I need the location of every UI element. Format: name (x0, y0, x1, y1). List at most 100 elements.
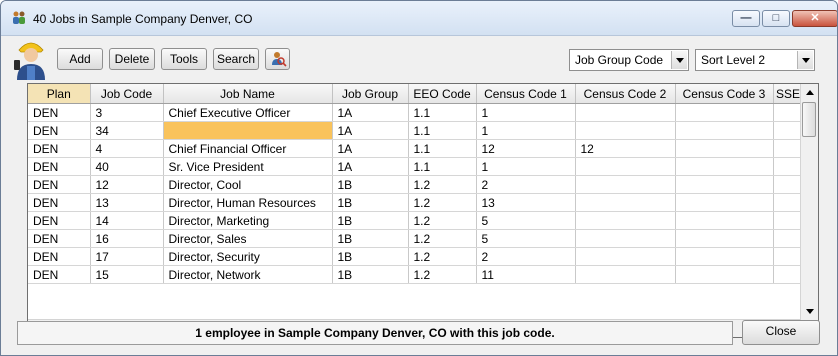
table-cell[interactable]: 12 (575, 139, 676, 158)
table-cell[interactable]: 5 (476, 229, 576, 248)
table-cell[interactable]: Director, Security (163, 247, 333, 266)
table-row[interactable]: DEN 40 Sr. Vice President 1A 1.1 1 (28, 157, 804, 176)
table-row[interactable]: DEN 12 Director, Cool 1B 1.2 2 (28, 175, 804, 194)
table-cell[interactable] (575, 247, 676, 266)
table-cell[interactable]: 1.2 (408, 247, 477, 266)
table-cell[interactable]: 1B (332, 229, 409, 248)
table-cell[interactable]: DEN (28, 265, 91, 284)
table-cell[interactable]: 1.2 (408, 229, 477, 248)
table-cell[interactable]: DEN (28, 193, 91, 212)
vertical-scroll-thumb[interactable] (802, 102, 816, 137)
table-cell[interactable]: 1.2 (408, 265, 477, 284)
table-cell[interactable]: Director, Network (163, 265, 333, 284)
column-header[interactable]: Census Code 1 (476, 84, 576, 104)
table-cell[interactable] (675, 103, 774, 122)
table-cell[interactable]: 5 (476, 211, 576, 230)
table-cell[interactable]: 4 (90, 139, 164, 158)
table-cell[interactable]: Director, Marketing (163, 211, 333, 230)
table-cell[interactable]: 11 (476, 265, 576, 284)
table-cell[interactable]: 1.1 (408, 157, 477, 176)
table-cell[interactable]: Sr. Vice President (163, 157, 333, 176)
table-row[interactable]: DEN 3 Chief Executive Officer 1A 1.1 1 (28, 103, 804, 122)
table-cell[interactable]: DEN (28, 247, 91, 266)
table-cell[interactable]: 1B (332, 265, 409, 284)
close-window-button[interactable]: ✕ (792, 10, 837, 27)
close-button[interactable]: Close (742, 320, 820, 345)
table-cell[interactable]: Director, Cool (163, 175, 333, 194)
table-cell[interactable]: 17 (90, 247, 164, 266)
table-row[interactable]: DEN 16 Director, Sales 1B 1.2 5 (28, 229, 804, 248)
table-cell[interactable]: 1B (332, 211, 409, 230)
table-cell[interactable]: 12 (90, 175, 164, 194)
table-cell[interactable]: 1A (332, 121, 409, 140)
table-cell[interactable] (675, 211, 774, 230)
table-cell[interactable]: 1 (476, 157, 576, 176)
table-cell[interactable]: Director, Sales (163, 229, 333, 248)
table-cell[interactable] (575, 157, 676, 176)
table-row[interactable]: DEN 4 Chief Financial Officer 1A 1.1 12 12 (28, 139, 804, 158)
column-header[interactable]: Job Group (332, 84, 409, 104)
table-cell[interactable] (773, 139, 804, 158)
table-cell[interactable] (675, 193, 774, 212)
table-cell[interactable]: 1B (332, 175, 409, 194)
maximize-button[interactable]: □ (762, 10, 790, 27)
title-bar[interactable]: 40 Jobs in Sample Company Denver, CO — □… (1, 1, 837, 36)
table-cell[interactable] (773, 157, 804, 176)
table-cell[interactable] (773, 121, 804, 140)
table-row[interactable]: DEN 14 Director, Marketing 1B 1.2 5 (28, 211, 804, 230)
table-cell[interactable]: 34 (90, 121, 164, 140)
table-cell[interactable]: 13 (90, 193, 164, 212)
table-cell[interactable]: DEN (28, 175, 91, 194)
table-cell[interactable] (575, 193, 676, 212)
column-header[interactable]: Plan (28, 84, 91, 104)
table-cell[interactable]: 1A (332, 157, 409, 176)
table-cell[interactable] (675, 229, 774, 248)
table-cell[interactable]: Director, Human Resources (163, 193, 333, 212)
table-row[interactable]: DEN 17 Director, Security 1B 1.2 2 (28, 247, 804, 266)
tools-button[interactable]: Tools (161, 48, 207, 70)
table-cell[interactable]: Chief Financial Officer (163, 139, 333, 158)
table-cell[interactable]: 1A (332, 139, 409, 158)
table-cell[interactable]: DEN (28, 121, 91, 140)
table-cell[interactable]: 40 (90, 157, 164, 176)
table-cell[interactable] (773, 193, 804, 212)
scroll-down-icon[interactable] (802, 304, 817, 319)
table-cell[interactable]: 3 (90, 103, 164, 122)
table-cell[interactable] (773, 247, 804, 266)
minimize-button[interactable]: — (732, 10, 760, 27)
table-cell[interactable] (575, 229, 676, 248)
table-cell[interactable] (773, 211, 804, 230)
column-header[interactable]: Census Code 2 (575, 84, 676, 104)
table-cell[interactable] (575, 211, 676, 230)
chevron-down-icon[interactable] (671, 51, 687, 69)
scroll-up-icon[interactable] (802, 85, 817, 100)
table-cell[interactable]: DEN (28, 157, 91, 176)
table-cell[interactable]: 12 (476, 139, 576, 158)
table-cell[interactable]: 1.1 (408, 121, 477, 140)
column-header[interactable]: Census Code 3 (675, 84, 774, 104)
column-header[interactable]: SSE (773, 84, 804, 104)
find-person-button[interactable] (265, 48, 290, 70)
table-cell[interactable]: 1A (332, 103, 409, 122)
table-cell[interactable]: 1B (332, 247, 409, 266)
table-cell[interactable] (575, 175, 676, 194)
table-row[interactable]: DEN 13 Director, Human Resources 1B 1.2 13 (28, 193, 804, 212)
table-cell[interactable]: 14 (90, 211, 164, 230)
table-cell[interactable]: Chief Executive Officer (163, 103, 333, 122)
column-header[interactable]: EEO Code (408, 84, 477, 104)
table-cell[interactable]: 13 (476, 193, 576, 212)
add-button[interactable]: Add (57, 48, 103, 70)
table-cell[interactable]: 1.1 (408, 139, 477, 158)
table-cell[interactable] (575, 103, 676, 122)
table-cell[interactable]: DEN (28, 229, 91, 248)
table-row[interactable]: DEN 34 1A 1.1 1 (28, 121, 804, 140)
table-row[interactable]: DEN 15 Director, Network 1B 1.2 11 (28, 265, 804, 284)
table-cell[interactable] (675, 121, 774, 140)
table-cell[interactable]: 1B (332, 193, 409, 212)
table-cell[interactable] (675, 247, 774, 266)
table-cell[interactable] (575, 265, 676, 284)
jobs-grid[interactable]: Plan Job Code Job Name Job Group EEO Cod… (27, 83, 819, 338)
table-cell[interactable]: DEN (28, 103, 91, 122)
vertical-scrollbar[interactable] (800, 84, 818, 320)
column-header[interactable]: Job Name (163, 84, 333, 104)
